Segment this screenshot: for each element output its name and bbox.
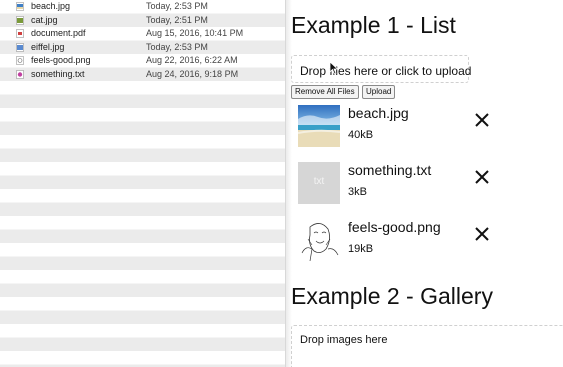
upload-button[interactable]: Upload bbox=[362, 85, 396, 99]
remove-file-icon[interactable] bbox=[473, 168, 491, 186]
finder-file-list: beach.jpg Today, 2:53 PM cat.jpg Today, … bbox=[0, 0, 285, 367]
mouse-cursor-icon bbox=[329, 61, 339, 75]
image-dropzone[interactable]: Drop images here bbox=[291, 325, 563, 367]
file-item-size: 40kB bbox=[348, 129, 374, 141]
file-name: cat.jpg bbox=[31, 14, 58, 25]
file-item-size: 19kB bbox=[348, 243, 374, 255]
finder-row-beach[interactable]: beach.jpg Today, 2:53 PM bbox=[0, 0, 285, 14]
txt-thumbnail: txt bbox=[298, 162, 340, 204]
file-item-feels-good: feels-good.png 19kB bbox=[298, 219, 548, 261]
file-name: eiffel.jpg bbox=[31, 41, 65, 52]
file-item-name: beach.jpg bbox=[348, 105, 409, 121]
example2-title: Example 2 - Gallery bbox=[291, 283, 493, 309]
file-name: feels-good.png bbox=[31, 55, 91, 65]
file-date: Aug 22, 2016, 6:22 AM bbox=[146, 55, 238, 65]
file-dropzone[interactable]: Drop files here or click to upload bbox=[291, 55, 472, 83]
image-file-icon bbox=[16, 56, 24, 65]
upload-demo-page: Example 1 - List Drop files here or clic… bbox=[286, 0, 563, 367]
remove-file-icon[interactable] bbox=[473, 111, 491, 129]
sketch-thumbnail bbox=[298, 219, 340, 261]
example1-title: Example 1 - List bbox=[291, 12, 456, 38]
file-name: something.txt bbox=[31, 68, 85, 79]
thumbnail-label: txt bbox=[313, 176, 325, 187]
file-item-name: feels-good.png bbox=[348, 219, 441, 235]
file-item-something: txt something.txt 3kB bbox=[298, 162, 548, 204]
file-date: Today, 2:53 PM bbox=[146, 41, 208, 52]
beach-thumbnail bbox=[298, 105, 340, 147]
finder-row-document[interactable]: document.pdf Aug 15, 2016, 10:41 PM bbox=[0, 27, 285, 41]
image-file-icon bbox=[16, 15, 24, 25]
image-file-icon bbox=[16, 2, 24, 11]
file-date: Aug 15, 2016, 10:41 PM bbox=[146, 28, 244, 38]
finder-row-feels-good[interactable]: feels-good.png Aug 22, 2016, 6:22 AM bbox=[0, 54, 285, 68]
dropzone-message: Drop files here or click to upload bbox=[300, 64, 472, 78]
pdf-file-icon bbox=[16, 29, 24, 38]
file-date: Today, 2:53 PM bbox=[146, 1, 208, 11]
finder-row-cat[interactable]: cat.jpg Today, 2:51 PM bbox=[0, 14, 285, 28]
finder-row-eiffel[interactable]: eiffel.jpg Today, 2:53 PM bbox=[0, 41, 285, 55]
dropzone-message: Drop images here bbox=[300, 334, 388, 346]
finder-row-something[interactable]: something.txt Aug 24, 2016, 9:18 PM bbox=[0, 68, 285, 82]
text-file-icon bbox=[16, 69, 24, 79]
file-name: document.pdf bbox=[31, 28, 86, 38]
remove-file-icon[interactable] bbox=[473, 225, 491, 243]
file-date: Today, 2:51 PM bbox=[146, 14, 208, 25]
file-item-name: something.txt bbox=[348, 162, 432, 178]
file-item-size: 3kB bbox=[348, 186, 367, 198]
file-date: Aug 24, 2016, 9:18 PM bbox=[146, 68, 239, 79]
remove-all-files-button[interactable]: Remove All Files bbox=[291, 85, 359, 99]
image-file-icon bbox=[16, 42, 24, 52]
file-name: beach.jpg bbox=[31, 1, 71, 11]
file-item-beach: beach.jpg 40kB bbox=[298, 105, 548, 147]
